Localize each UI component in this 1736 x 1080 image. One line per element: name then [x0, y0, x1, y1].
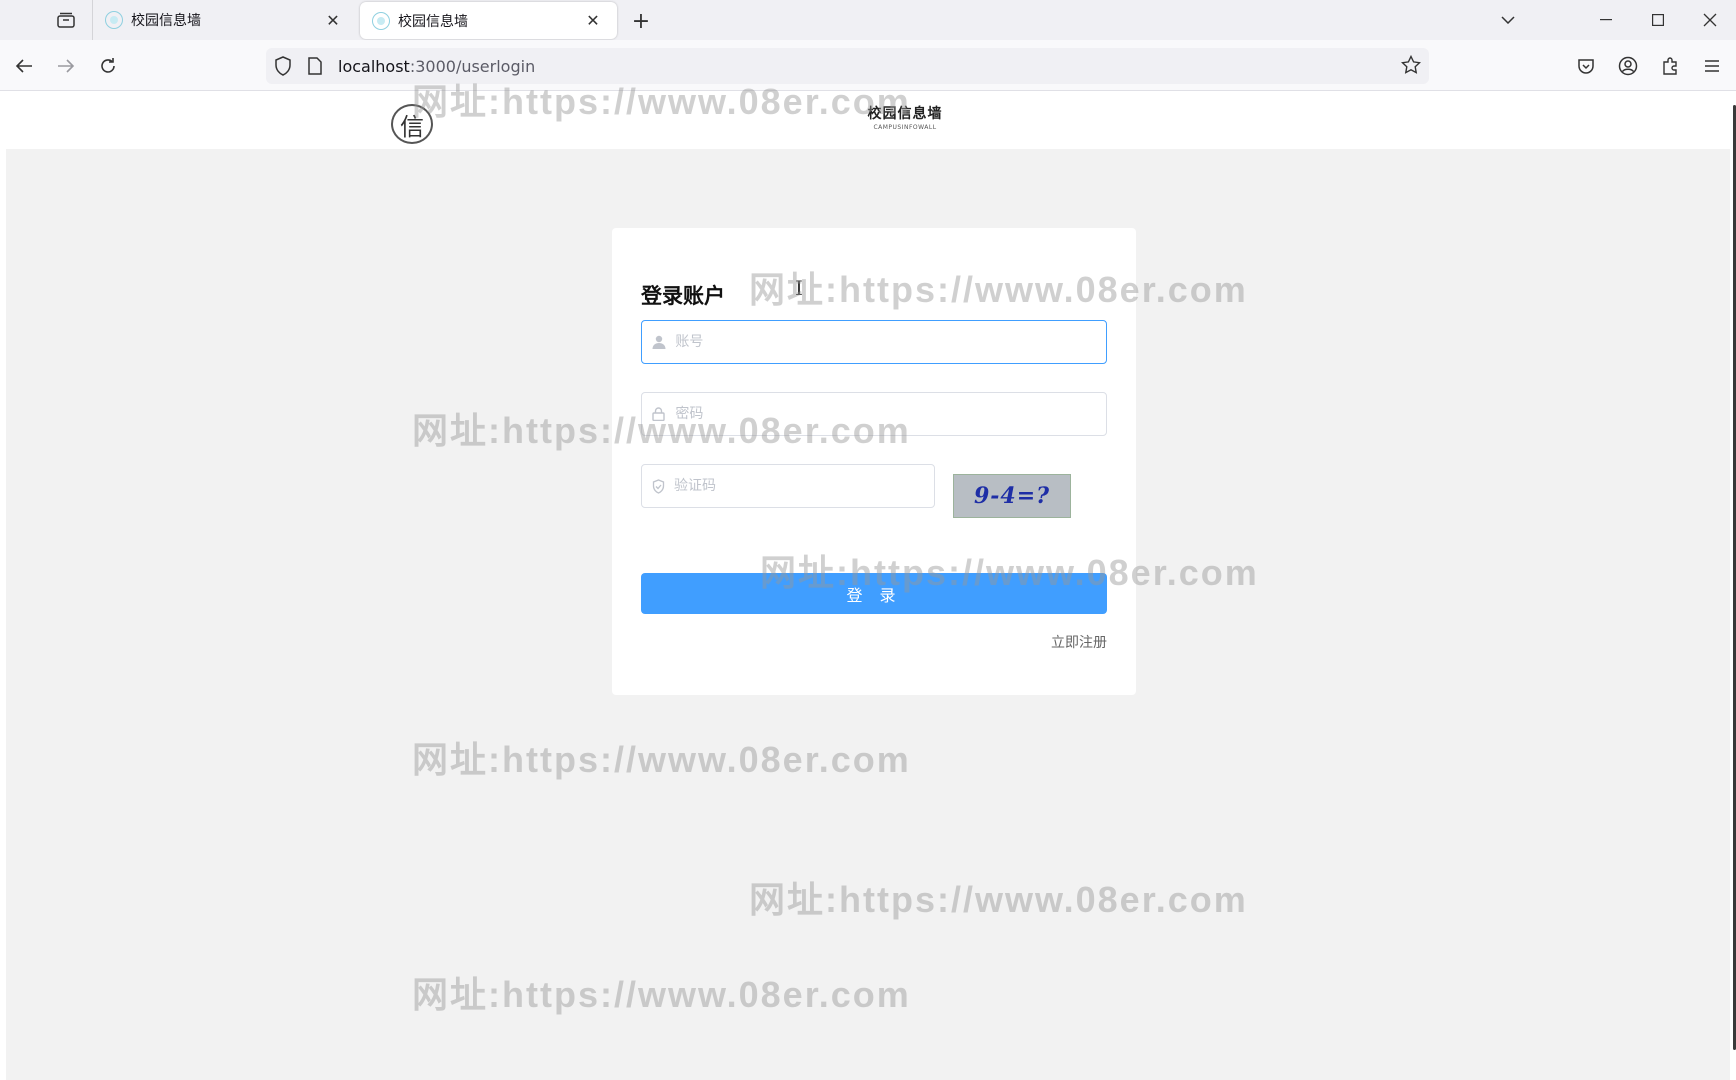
brand-subtitle: CAMPUSINFOWALL — [873, 124, 937, 131]
tab-active[interactable]: 校园信息墙 ✕ — [360, 2, 617, 39]
navigation-bar: localhost:3000/userlogin — [0, 40, 1736, 91]
site-logo[interactable]: 信 — [391, 104, 433, 144]
shield-check-icon — [642, 478, 674, 494]
user-icon — [642, 335, 675, 349]
login-button[interactable]: 登 录 — [641, 573, 1107, 614]
login-title: 登录账户 — [641, 284, 725, 308]
bookmark-star-icon[interactable] — [1400, 54, 1422, 79]
page-background: 登录账户 9-4=? 登 录 立即注册 — [6, 149, 1730, 1080]
reload-icon[interactable] — [92, 50, 124, 82]
minimize-icon[interactable] — [1580, 0, 1632, 40]
page-viewport: 信 校园信息墙 CAMPUSINFOWALL 登录账户 账号 验证码 9-4=?… — [0, 91, 1736, 1080]
pocket-icon[interactable] — [1570, 50, 1602, 82]
login-card: 登录账户 9-4=? 登 录 立即注册 — [612, 228, 1136, 695]
captcha-input[interactable] — [674, 465, 934, 507]
tab-inactive[interactable]: 校园信息墙 ✕ — [93, 0, 357, 40]
close-tab-icon[interactable]: ✕ — [583, 11, 603, 31]
url-host: localhost — [338, 56, 410, 76]
brand-title: 校园信息墙 — [867, 106, 943, 122]
url-bar[interactable]: localhost:3000/userlogin — [266, 48, 1429, 84]
list-all-tabs-icon[interactable] — [1482, 0, 1534, 40]
close-tab-icon[interactable]: ✕ — [323, 10, 343, 30]
text-cursor-icon: I — [795, 276, 803, 300]
tab-list-icon[interactable] — [46, 4, 86, 36]
account-input[interactable] — [675, 321, 1106, 363]
account-icon[interactable] — [1612, 50, 1644, 82]
captcha-image[interactable]: 9-4=? — [953, 474, 1071, 518]
url-text: localhost:3000/userlogin — [338, 57, 535, 76]
menu-icon[interactable] — [1696, 50, 1728, 82]
tab-title: 校园信息墙 — [131, 13, 201, 29]
register-link[interactable]: 立即注册 — [1051, 632, 1107, 652]
password-field[interactable] — [641, 392, 1107, 436]
account-field[interactable] — [641, 320, 1107, 364]
captcha-field[interactable] — [641, 464, 935, 508]
back-icon[interactable] — [8, 50, 40, 82]
shield-icon[interactable] — [274, 56, 292, 80]
site-favicon-icon — [372, 11, 390, 30]
tab-title: 校园信息墙 — [398, 13, 468, 30]
maximize-icon[interactable] — [1632, 0, 1684, 40]
password-input[interactable] — [675, 393, 1106, 435]
forward-icon[interactable] — [50, 50, 82, 82]
site-brand: 校园信息墙 CAMPUSINFOWALL — [860, 103, 950, 131]
site-favicon-icon — [105, 11, 123, 29]
new-tab-icon[interactable]: + — [628, 8, 654, 34]
close-window-icon[interactable] — [1684, 0, 1736, 40]
site-header: 信 校园信息墙 CAMPUSINFOWALL — [0, 91, 1730, 149]
extensions-icon[interactable] — [1654, 50, 1686, 82]
lock-icon — [642, 407, 675, 421]
url-path: :3000/userlogin — [409, 56, 536, 76]
page-info-icon[interactable] — [308, 57, 322, 79]
